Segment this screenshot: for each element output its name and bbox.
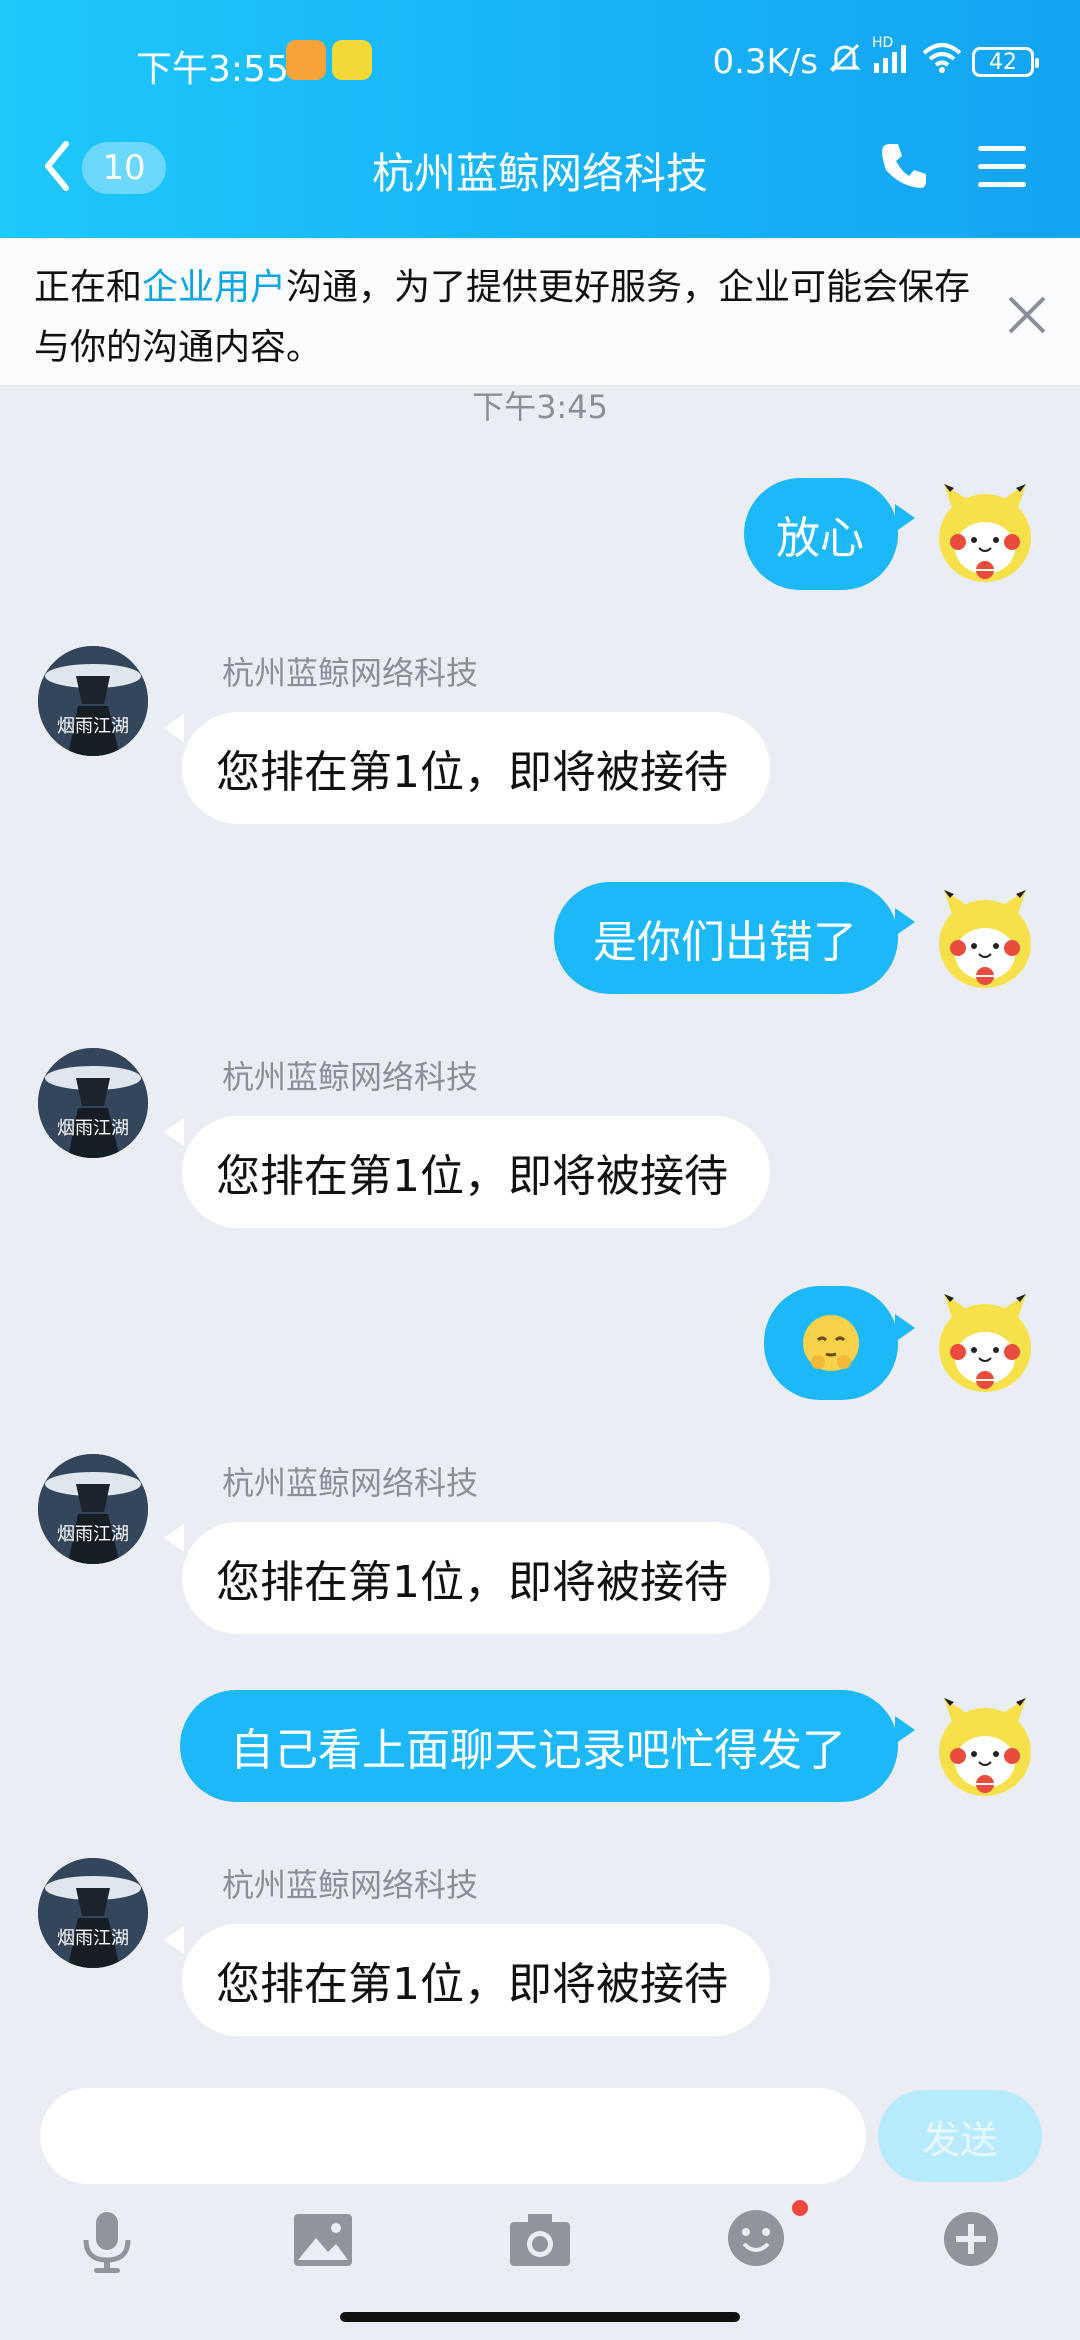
message-text: 您排在第1位，即将被接待 (216, 1959, 728, 2010)
bubble-tail (895, 504, 915, 532)
header-bar: 下午3:55 0.3K/s HD 42 10 杭州蓝鲸网络科技 (0, 0, 1080, 238)
bubble-tail (164, 1926, 184, 1954)
camera-icon[interactable] (508, 2210, 572, 2272)
image-icon[interactable] (292, 2212, 354, 2272)
enterprise-user-link[interactable]: 企业用户 (142, 267, 286, 308)
contact-avatar[interactable]: 烟雨江湖 (38, 1454, 148, 1564)
music-app-icon (332, 40, 372, 80)
message-input[interactable] (40, 2088, 866, 2184)
menu-icon[interactable] (976, 144, 1028, 194)
status-time: 下午3:55 (136, 49, 289, 90)
phone-icon[interactable] (878, 140, 930, 196)
shy-face-emoji-icon (803, 1315, 859, 1371)
bubble-tail (895, 1314, 915, 1342)
bubble-tail (895, 908, 915, 936)
contact-avatar[interactable]: 烟雨江湖 (38, 646, 148, 756)
bubble-tail (164, 1118, 184, 1146)
message-text: 您排在第1位，即将被接待 (216, 747, 728, 798)
message-text: 您排在第1位，即将被接待 (216, 1557, 728, 1608)
user-avatar[interactable] (930, 1692, 1040, 1802)
wifi-icon (922, 41, 962, 84)
signal-hd-label: HD (872, 34, 894, 51)
outgoing-message[interactable]: 是你们出错了 (554, 882, 898, 994)
signal-icon: HD (872, 35, 912, 84)
message-text: 放心 (776, 513, 864, 564)
outgoing-message[interactable]: 自己看上面聊天记录吧忙得发了 (180, 1690, 898, 1802)
incoming-message[interactable]: 您排在第1位，即将被接待 (182, 712, 770, 824)
close-icon[interactable] (1006, 294, 1048, 340)
incoming-message[interactable]: 您排在第1位，即将被接待 (182, 1924, 770, 2036)
chat-timestamp: 下午3:45 (472, 388, 608, 426)
contact-avatar[interactable]: 烟雨江湖 (38, 1048, 148, 1158)
user-avatar[interactable] (930, 884, 1040, 994)
mute-bell-icon (828, 41, 862, 84)
user-avatar[interactable] (930, 478, 1040, 588)
contact-avatar[interactable]: 烟雨江湖 (38, 1858, 148, 1968)
message-text: 您排在第1位，即将被接待 (216, 1151, 728, 1202)
message-text: 是你们出错了 (593, 917, 857, 968)
avatar-caption: 烟雨江湖 (57, 1524, 129, 1545)
microphone-icon[interactable] (82, 2210, 132, 2278)
send-button[interactable]: 发送 (878, 2090, 1042, 2182)
sender-name: 杭州蓝鲸网络科技 (222, 654, 479, 692)
outgoing-emoji-message[interactable] (764, 1286, 898, 1400)
bubble-tail (895, 1716, 915, 1744)
avatar-caption: 烟雨江湖 (57, 1118, 129, 1139)
enterprise-notice: 正在和企业用户沟通，为了提供更好服务，企业可能会保存与你的沟通内容。 (0, 238, 1080, 386)
sender-name: 杭州蓝鲸网络科技 (222, 1464, 479, 1502)
bubble-tail (164, 1524, 184, 1552)
user-avatar[interactable] (930, 1288, 1040, 1398)
app-notification-icon (286, 40, 326, 80)
incoming-message[interactable]: 您排在第1位，即将被接待 (182, 1522, 770, 1634)
sender-name: 杭州蓝鲸网络科技 (222, 1058, 479, 1096)
battery-indicator: 42 (972, 47, 1039, 77)
status-right-group: 0.3K/s HD 42 (712, 35, 1039, 84)
outgoing-message[interactable]: 放心 (744, 478, 898, 590)
emoji-icon[interactable] (726, 2208, 786, 2272)
network-speed: 0.3K/s (712, 42, 818, 82)
bubble-tail (164, 714, 184, 742)
avatar-caption: 烟雨江湖 (57, 716, 129, 737)
home-indicator (340, 2312, 740, 2322)
avatar-caption: 烟雨江湖 (57, 1928, 129, 1949)
message-text: 自己看上面聊天记录吧忙得发了 (230, 1725, 846, 1776)
notice-text: 正在和企业用户沟通，为了提供更好服务，企业可能会保存与你的沟通内容。 (34, 258, 974, 378)
incoming-message[interactable]: 您排在第1位，即将被接待 (182, 1116, 770, 1228)
sender-name: 杭州蓝鲸网络科技 (222, 1866, 479, 1904)
plus-icon[interactable] (942, 2210, 1000, 2272)
notice-prefix: 正在和 (34, 267, 143, 308)
notification-dot (792, 2200, 808, 2216)
